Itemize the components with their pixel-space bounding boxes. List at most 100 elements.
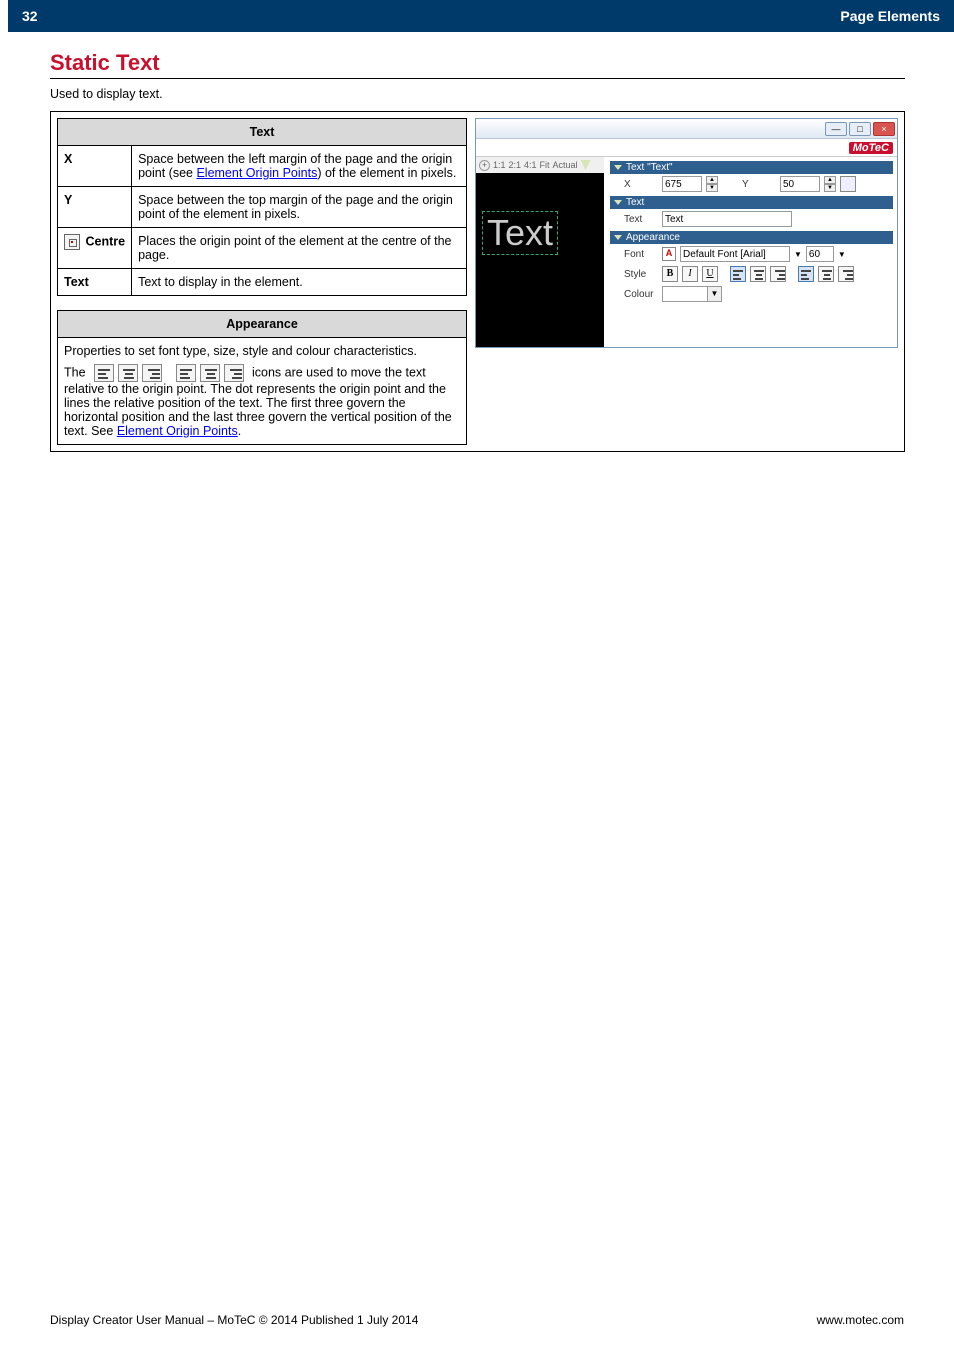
centre-icon <box>64 234 80 250</box>
desc-text: . <box>238 424 241 438</box>
panel-body: + 1:1 2:1 4:1 Fit Actual Text Text "Text… <box>476 157 897 347</box>
italic-button[interactable]: I <box>682 266 698 282</box>
v-align-middle-button[interactable] <box>818 266 834 282</box>
section-title-text: Text "Text" <box>626 162 673 173</box>
align-left-icon <box>94 364 114 382</box>
section-title-text: Appearance <box>626 232 680 243</box>
row-text: Text <box>610 209 893 229</box>
desc-text: ) of the element in pixels. <box>317 166 456 180</box>
prop-key-y: Y <box>58 187 132 228</box>
prop-desc-x: Space between the left margin of the pag… <box>132 146 467 187</box>
row-style: Style B I U <box>610 264 893 284</box>
colour-label: Colour <box>624 289 658 300</box>
h-align-right-button[interactable] <box>770 266 786 282</box>
underline-button[interactable]: U <box>702 266 718 282</box>
section-title: Static Text <box>50 50 905 79</box>
appearance-para2: The icons are used to move the text rela… <box>64 364 460 438</box>
font-label: Font <box>624 249 658 260</box>
row-font: Font A ▼ ▼ <box>610 244 893 264</box>
v-align-icon-group <box>175 364 245 382</box>
zoom-actual[interactable]: Actual <box>553 160 578 170</box>
align-middle-icon <box>200 364 220 382</box>
colour-dropdown-icon[interactable]: ▼ <box>707 287 721 301</box>
maximize-button[interactable]: □ <box>849 122 871 136</box>
section-title-text: Text <box>626 197 644 208</box>
text-table-heading: Text <box>58 119 467 146</box>
element-origin-link[interactable]: Element Origin Points <box>117 424 238 438</box>
y-label: Y <box>742 179 776 190</box>
font-size-input[interactable] <box>806 246 834 262</box>
h-align-center-button[interactable] <box>750 266 766 282</box>
preview-text-element[interactable]: Text <box>482 211 558 255</box>
page-header: 32 Page Elements <box>8 0 954 32</box>
properties-inspector: Text "Text" X ▲▼ Y ▲▼ Text <box>604 157 897 347</box>
table-row: X Space between the left margin of the p… <box>58 146 467 187</box>
table-row: Centre Places the origin point of the el… <box>58 228 467 269</box>
section-appearance[interactable]: Appearance <box>610 231 893 244</box>
align-right-icon <box>142 364 162 382</box>
h-align-icon-group <box>93 364 163 382</box>
minimize-button[interactable]: — <box>825 122 847 136</box>
font-picker-icon[interactable]: A <box>662 247 676 261</box>
y-spinner[interactable]: ▲▼ <box>824 176 836 192</box>
properties-panel: — □ × MoTeC + 1:1 2:1 4:1 Fit Actual <box>475 118 898 348</box>
content-container: Text X Space between the left margin of … <box>50 111 905 452</box>
section-position[interactable]: Text "Text" <box>610 161 893 174</box>
colour-swatch[interactable]: ▼ <box>662 286 722 302</box>
colour-preview <box>663 287 707 301</box>
zoom-41[interactable]: 4:1 <box>524 160 537 170</box>
size-dropdown-icon[interactable]: ▼ <box>838 250 846 259</box>
zoom-dropdown-icon[interactable] <box>581 160 591 170</box>
prop-key-x: X <box>58 146 132 187</box>
font-select[interactable] <box>680 246 790 262</box>
x-label: X <box>624 179 658 190</box>
align-center-icon <box>118 364 138 382</box>
y-input[interactable] <box>780 176 820 192</box>
chevron-down-icon <box>614 165 622 170</box>
brand-row: MoTeC <box>476 139 897 157</box>
align-bottom-icon <box>224 364 244 382</box>
zoom-21[interactable]: 2:1 <box>509 160 522 170</box>
align-top-icon <box>176 364 196 382</box>
prop-key-centre: Centre <box>58 228 132 269</box>
table-row: Y Space between the top margin of the pa… <box>58 187 467 228</box>
preview-area: + 1:1 2:1 4:1 Fit Actual Text <box>476 157 604 347</box>
appearance-description: Properties to set font type, size, style… <box>57 338 467 445</box>
section-name: Page Elements <box>840 8 940 24</box>
section-text[interactable]: Text <box>610 196 893 209</box>
chevron-down-icon <box>614 200 622 205</box>
prop-key-text: Text <box>58 269 132 296</box>
close-button[interactable]: × <box>873 122 895 136</box>
right-column: — □ × MoTeC + 1:1 2:1 4:1 Fit Actual <box>475 118 898 445</box>
appearance-table: Appearance <box>57 310 467 338</box>
element-origin-link[interactable]: Element Origin Points <box>196 166 317 180</box>
zoom-toolbar: + 1:1 2:1 4:1 Fit Actual <box>476 157 604 173</box>
row-colour: Colour ▼ <box>610 284 893 304</box>
prop-desc-centre: Places the origin point of the element a… <box>132 228 467 269</box>
intro-text: Used to display text. <box>50 87 954 101</box>
x-input[interactable] <box>662 176 702 192</box>
page-number: 32 <box>22 8 38 24</box>
x-spinner[interactable]: ▲▼ <box>706 176 718 192</box>
zoom-fit[interactable]: Fit <box>540 160 550 170</box>
style-label: Style <box>624 269 658 280</box>
footer-right: www.motec.com <box>817 1313 904 1327</box>
prop-desc-text: Text to display in the element. <box>132 269 467 296</box>
text-input[interactable] <box>662 211 792 227</box>
centre-button[interactable] <box>840 176 856 192</box>
font-dropdown-icon[interactable]: ▼ <box>794 250 802 259</box>
chevron-down-icon <box>614 235 622 240</box>
centre-label: Centre <box>85 234 125 248</box>
bold-button[interactable]: B <box>662 266 678 282</box>
v-align-top-button[interactable] <box>798 266 814 282</box>
appearance-heading: Appearance <box>58 311 467 338</box>
page-footer: Display Creator User Manual – MoTeC © 20… <box>50 1313 904 1327</box>
h-align-left-button[interactable] <box>730 266 746 282</box>
window-titlebar: — □ × <box>476 119 897 139</box>
prop-desc-y: Space between the top margin of the page… <box>132 187 467 228</box>
zoom-in-icon[interactable]: + <box>479 160 490 171</box>
text-properties-table: Text X Space between the left margin of … <box>57 118 467 296</box>
left-column: Text X Space between the left margin of … <box>57 118 467 445</box>
v-align-bottom-button[interactable] <box>838 266 854 282</box>
zoom-11[interactable]: 1:1 <box>493 160 506 170</box>
